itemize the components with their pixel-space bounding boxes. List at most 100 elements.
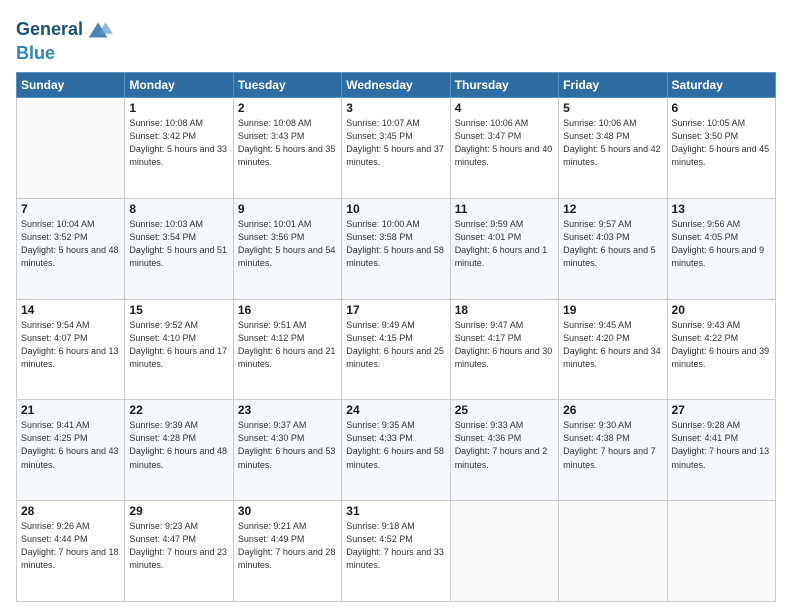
day-info: Sunrise: 9:52 AMSunset: 4:10 PMDaylight:…: [129, 319, 228, 371]
day-info: Sunrise: 9:59 AMSunset: 4:01 PMDaylight:…: [455, 218, 554, 270]
calendar-table: SundayMondayTuesdayWednesdayThursdayFrid…: [16, 72, 776, 602]
calendar-day-header: Wednesday: [342, 73, 450, 98]
day-number: 20: [672, 303, 771, 317]
calendar-day-cell: 19Sunrise: 9:45 AMSunset: 4:20 PMDayligh…: [559, 299, 667, 400]
day-info: Sunrise: 9:56 AMSunset: 4:05 PMDaylight:…: [672, 218, 771, 270]
day-info: Sunrise: 9:47 AMSunset: 4:17 PMDaylight:…: [455, 319, 554, 371]
day-number: 23: [238, 403, 337, 417]
day-info: Sunrise: 10:06 AMSunset: 3:48 PMDaylight…: [563, 117, 662, 169]
day-info: Sunrise: 9:49 AMSunset: 4:15 PMDaylight:…: [346, 319, 445, 371]
day-info: Sunrise: 10:07 AMSunset: 3:45 PMDaylight…: [346, 117, 445, 169]
calendar-day-header: Tuesday: [233, 73, 341, 98]
day-number: 22: [129, 403, 228, 417]
day-info: Sunrise: 9:43 AMSunset: 4:22 PMDaylight:…: [672, 319, 771, 371]
logo-text: General: [16, 20, 83, 40]
day-info: Sunrise: 9:30 AMSunset: 4:38 PMDaylight:…: [563, 419, 662, 471]
day-number: 9: [238, 202, 337, 216]
calendar-day-cell: 12 Sunrise: 9:57 AMSunset: 4:03 PMDayligh…: [559, 198, 667, 299]
calendar-day-cell: 27 Sunrise: 9:28 AMSunset: 4:41 PMDayligh…: [667, 400, 775, 501]
day-info: Sunrise: 9:57 AMSunset: 4:03 PMDaylight:…: [563, 218, 662, 270]
calendar-day-cell: 16Sunrise: 9:51 AMSunset: 4:12 PMDayligh…: [233, 299, 341, 400]
calendar-day-cell: 17 Sunrise: 9:49 AMSunset: 4:15 PMDayligh…: [342, 299, 450, 400]
calendar-day-cell: 10 Sunrise: 10:00 AMSunset: 3:58 PMDaylig…: [342, 198, 450, 299]
calendar-day-cell: 23 Sunrise: 9:37 AMSunset: 4:30 PMDayligh…: [233, 400, 341, 501]
day-number: 17: [346, 303, 445, 317]
day-number: 21: [21, 403, 120, 417]
day-number: 8: [129, 202, 228, 216]
calendar-day-cell: 21 Sunrise: 9:41 AMSunset: 4:25 PMDayligh…: [17, 400, 125, 501]
calendar-day-cell: 25Sunrise: 9:33 AMSunset: 4:36 PMDayligh…: [450, 400, 558, 501]
day-info: Sunrise: 10:08 AMSunset: 3:43 PMDaylight…: [238, 117, 337, 169]
day-number: 10: [346, 202, 445, 216]
day-number: 3: [346, 101, 445, 115]
calendar-day-cell: 29 Sunrise: 9:23 AMSunset: 4:47 PMDayligh…: [125, 501, 233, 602]
day-info: Sunrise: 9:23 AMSunset: 4:47 PMDaylight:…: [129, 520, 228, 572]
calendar-day-header: Monday: [125, 73, 233, 98]
day-number: 31: [346, 504, 445, 518]
day-number: 13: [672, 202, 771, 216]
calendar-day-header: Sunday: [17, 73, 125, 98]
calendar-week-row: 1 Sunrise: 10:08 AMSunset: 3:42 PMDayligh…: [17, 98, 776, 199]
day-number: 19: [563, 303, 662, 317]
day-number: 7: [21, 202, 120, 216]
day-number: 14: [21, 303, 120, 317]
day-info: Sunrise: 9:41 AMSunset: 4:25 PMDaylight:…: [21, 419, 120, 471]
calendar-day-cell: 9 Sunrise: 10:01 AMSunset: 3:56 PMDayligh…: [233, 198, 341, 299]
logo-icon: [85, 16, 113, 44]
calendar-day-cell: 31 Sunrise: 9:18 AMSunset: 4:52 PMDayligh…: [342, 501, 450, 602]
calendar-header-row: SundayMondayTuesdayWednesdayThursdayFrid…: [17, 73, 776, 98]
day-number: 5: [563, 101, 662, 115]
calendar-day-cell: 22Sunrise: 9:39 AMSunset: 4:28 PMDayligh…: [125, 400, 233, 501]
calendar-day-cell: 4 Sunrise: 10:06 AMSunset: 3:47 PMDayligh…: [450, 98, 558, 199]
day-number: 2: [238, 101, 337, 115]
day-info: Sunrise: 10:00 AMSunset: 3:58 PMDaylight…: [346, 218, 445, 270]
calendar-day-cell: [450, 501, 558, 602]
calendar-day-cell: [667, 501, 775, 602]
calendar-day-cell: 24 Sunrise: 9:35 AMSunset: 4:33 PMDayligh…: [342, 400, 450, 501]
day-number: 12: [563, 202, 662, 216]
calendar-week-row: 28 Sunrise: 9:26 AMSunset: 4:44 PMDayligh…: [17, 501, 776, 602]
day-number: 6: [672, 101, 771, 115]
day-info: Sunrise: 10:04 AMSunset: 3:52 PMDaylight…: [21, 218, 120, 270]
calendar-day-cell: 2 Sunrise: 10:08 AMSunset: 3:43 PMDayligh…: [233, 98, 341, 199]
day-info: Sunrise: 9:28 AMSunset: 4:41 PMDaylight:…: [672, 419, 771, 471]
day-info: Sunrise: 9:18 AMSunset: 4:52 PMDaylight:…: [346, 520, 445, 572]
day-info: Sunrise: 10:08 AMSunset: 3:42 PMDaylight…: [129, 117, 228, 169]
calendar-day-cell: 1 Sunrise: 10:08 AMSunset: 3:42 PMDayligh…: [125, 98, 233, 199]
page: General Blue SundayMondayTuesdayWednesda…: [0, 0, 792, 612]
day-info: Sunrise: 9:37 AMSunset: 4:30 PMDaylight:…: [238, 419, 337, 471]
day-number: 18: [455, 303, 554, 317]
calendar-day-cell: 6Sunrise: 10:05 AMSunset: 3:50 PMDayligh…: [667, 98, 775, 199]
day-number: 1: [129, 101, 228, 115]
day-info: Sunrise: 9:35 AMSunset: 4:33 PMDaylight:…: [346, 419, 445, 471]
day-info: Sunrise: 10:01 AMSunset: 3:56 PMDaylight…: [238, 218, 337, 270]
calendar-day-header: Thursday: [450, 73, 558, 98]
day-number: 11: [455, 202, 554, 216]
logo-text2: Blue: [16, 43, 55, 63]
calendar-day-cell: 8 Sunrise: 10:03 AMSunset: 3:54 PMDayligh…: [125, 198, 233, 299]
day-info: Sunrise: 9:54 AMSunset: 4:07 PMDaylight:…: [21, 319, 120, 371]
logo: General Blue: [16, 16, 113, 64]
calendar-day-cell: 30 Sunrise: 9:21 AMSunset: 4:49 PMDayligh…: [233, 501, 341, 602]
calendar-week-row: 21 Sunrise: 9:41 AMSunset: 4:25 PMDayligh…: [17, 400, 776, 501]
calendar-day-cell: [559, 501, 667, 602]
calendar-day-cell: 5 Sunrise: 10:06 AMSunset: 3:48 PMDayligh…: [559, 98, 667, 199]
day-number: 30: [238, 504, 337, 518]
calendar-day-cell: [17, 98, 125, 199]
calendar-day-cell: 14 Sunrise: 9:54 AMSunset: 4:07 PMDayligh…: [17, 299, 125, 400]
day-number: 24: [346, 403, 445, 417]
day-number: 4: [455, 101, 554, 115]
day-info: Sunrise: 9:26 AMSunset: 4:44 PMDaylight:…: [21, 520, 120, 572]
day-info: Sunrise: 9:21 AMSunset: 4:49 PMDaylight:…: [238, 520, 337, 572]
day-number: 29: [129, 504, 228, 518]
calendar-day-cell: 28 Sunrise: 9:26 AMSunset: 4:44 PMDayligh…: [17, 501, 125, 602]
day-info: Sunrise: 10:06 AMSunset: 3:47 PMDaylight…: [455, 117, 554, 169]
day-number: 28: [21, 504, 120, 518]
day-number: 27: [672, 403, 771, 417]
day-info: Sunrise: 9:33 AMSunset: 4:36 PMDaylight:…: [455, 419, 554, 471]
calendar-day-header: Friday: [559, 73, 667, 98]
day-info: Sunrise: 10:03 AMSunset: 3:54 PMDaylight…: [129, 218, 228, 270]
calendar-day-cell: 20 Sunrise: 9:43 AMSunset: 4:22 PMDayligh…: [667, 299, 775, 400]
calendar-day-cell: 11 Sunrise: 9:59 AMSunset: 4:01 PMDayligh…: [450, 198, 558, 299]
day-info: Sunrise: 9:51 AMSunset: 4:12 PMDaylight:…: [238, 319, 337, 371]
